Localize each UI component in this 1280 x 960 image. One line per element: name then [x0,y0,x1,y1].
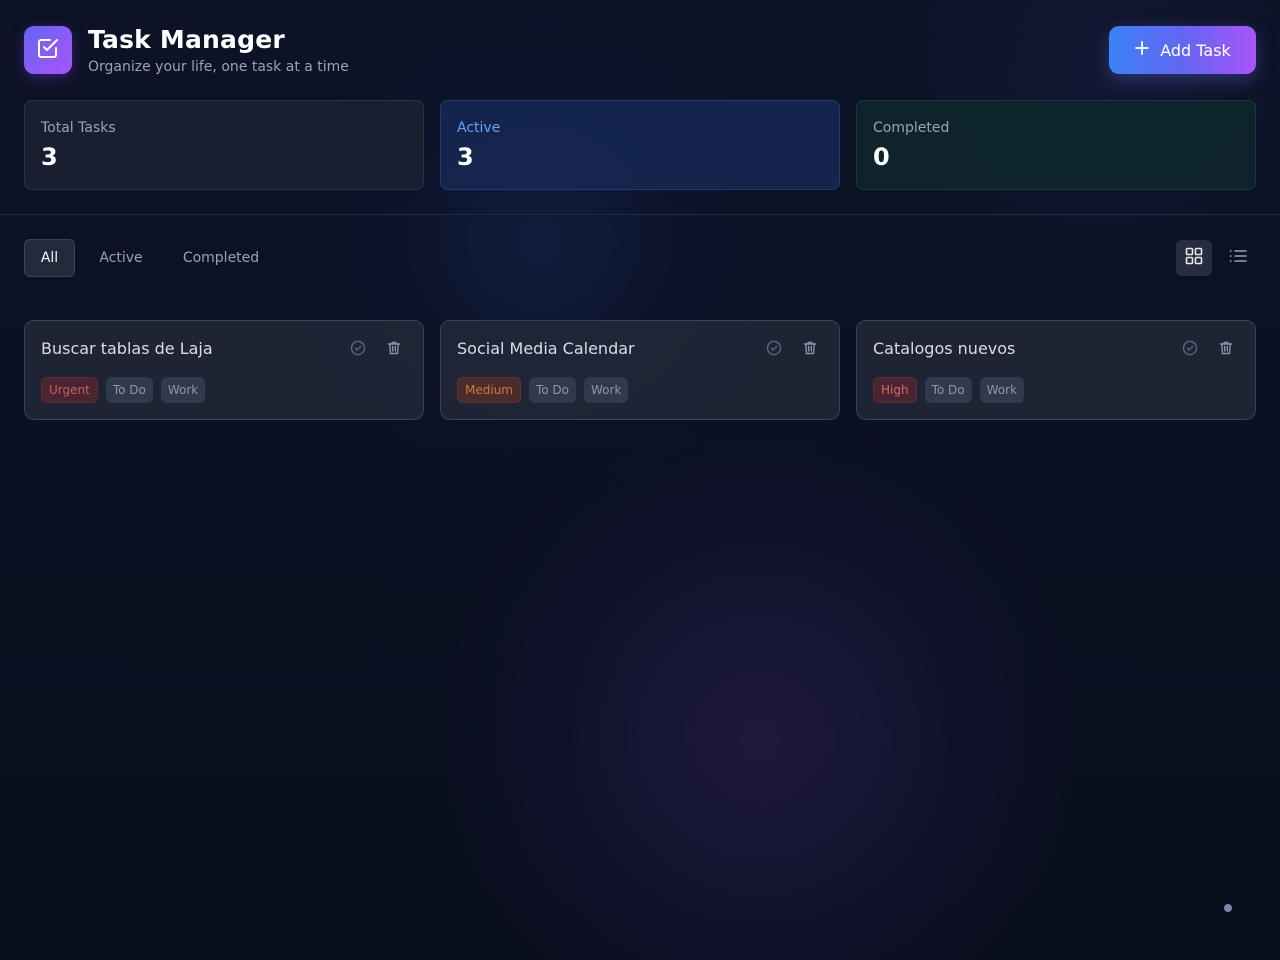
task-grid: Buscar tablas de Laja Urgent To Do Work [24,320,1256,420]
trash-icon [802,340,818,360]
grid-view-button[interactable] [1176,240,1212,276]
add-task-label: Add Task [1160,40,1231,60]
status-badge: To Do [528,377,577,403]
task-manager-app: Task Manager Organize your life, one tas… [0,0,1280,960]
list-icon [1229,247,1247,269]
check-square-icon [36,36,60,64]
list-view-button[interactable] [1220,240,1256,276]
stat-value: 3 [41,143,58,171]
task-card[interactable]: Catalogos nuevos High To Do Work [856,320,1256,420]
filter-completed[interactable]: Completed [167,239,275,277]
task-tags: Medium To Do Work [457,377,629,403]
status-badge: To Do [924,377,972,403]
filter-all[interactable]: All [24,239,75,277]
status-badge: To Do [105,377,153,403]
divider [0,214,1280,215]
header: Task Manager Organize your life, one tas… [24,26,1256,76]
filter-active[interactable]: Active [83,239,159,277]
stat-label: Active [457,120,501,136]
stats-row: Total Tasks 3 Active 3 Completed 0 [24,100,1256,190]
complete-task-button[interactable] [349,340,367,360]
view-toggle [1176,240,1256,276]
priority-badge: High [873,377,917,403]
plus-icon [1134,40,1150,60]
task-actions [349,340,403,360]
task-actions [765,340,819,360]
stat-label: Completed [873,120,950,136]
stat-total-tasks: Total Tasks 3 [24,100,424,190]
category-badge: Work [979,377,1025,403]
app-logo [24,26,72,74]
complete-task-button[interactable] [765,340,783,360]
priority-badge: Urgent [41,377,98,403]
check-circle-icon [766,340,782,360]
stat-value: 0 [873,143,890,171]
task-tags: Urgent To Do Work [41,377,206,403]
stat-value: 3 [457,143,474,171]
task-tags: High To Do Work [873,377,1025,403]
grid-icon [1185,247,1203,269]
page-title: Task Manager [88,25,285,54]
category-badge: Work [584,377,629,403]
page-subtitle: Organize your life, one task at a time [88,59,349,75]
task-actions [1181,340,1235,360]
stat-completed: Completed 0 [856,100,1256,190]
delete-task-button[interactable] [801,341,819,359]
delete-task-button[interactable] [1217,341,1235,359]
trash-icon [386,340,402,360]
status-indicator-dot [1224,904,1232,912]
task-card[interactable]: Social Media Calendar Medium To Do Work [440,320,840,420]
check-circle-icon [350,340,366,360]
trash-icon [1218,340,1234,360]
add-task-button[interactable]: Add Task [1109,26,1256,74]
stat-active: Active 3 [440,100,840,190]
check-circle-icon [1182,340,1198,360]
stat-label: Total Tasks [41,120,116,136]
task-card[interactable]: Buscar tablas de Laja Urgent To Do Work [24,320,424,420]
category-badge: Work [160,377,206,403]
delete-task-button[interactable] [385,341,403,359]
priority-badge: Medium [457,377,521,403]
complete-task-button[interactable] [1181,340,1199,360]
